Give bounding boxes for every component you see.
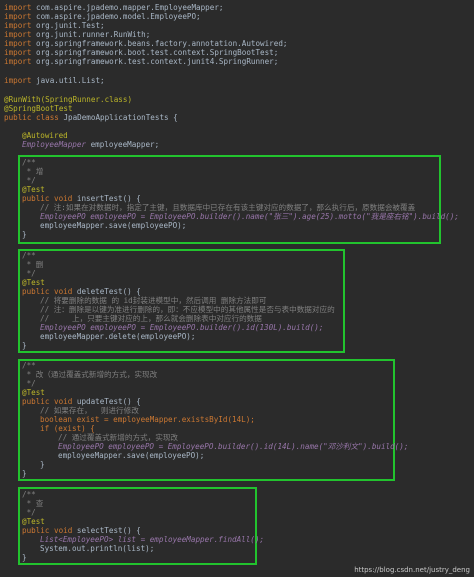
- doc-comment: * 改（通过覆盖式新增的方式，实现改: [22, 370, 158, 379]
- code-statement: employeeMapper.save(employeePO);: [58, 451, 205, 460]
- closing-brace: }: [22, 341, 27, 350]
- code-statement: employeeMapper.delete(employeePO);: [40, 332, 196, 341]
- code-statement: System.out.println(list);: [40, 544, 155, 553]
- field-declaration: EmployeeMapper employeeMapper;: [22, 140, 160, 149]
- code-editor[interactable]: import com.aspire.jpademo.mapper.Employe…: [0, 0, 474, 577]
- watermark-text: https://blog.csdn.net/justry_deng: [354, 566, 470, 575]
- closing-brace: }: [40, 460, 45, 469]
- closing-brace: }: [22, 230, 27, 239]
- closing-brace: }: [22, 469, 27, 478]
- class-declaration: public class JpaDemoApplicationTests {: [4, 113, 178, 122]
- import-line: import org.springframework.test.context.…: [4, 57, 279, 66]
- code-statement: employeeMapper.save(employeePO);: [40, 221, 187, 230]
- import-line: import java.util.List;: [4, 76, 105, 85]
- closing-brace: }: [22, 553, 27, 562]
